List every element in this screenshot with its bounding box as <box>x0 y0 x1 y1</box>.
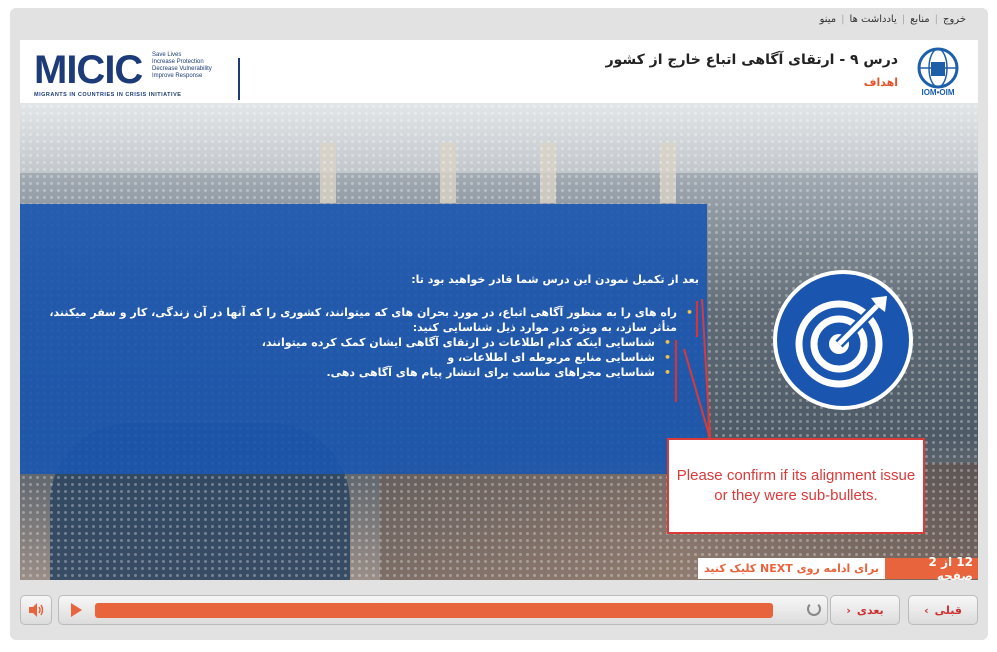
header: MICIC Save Lives Increase Protection Dec… <box>20 40 978 103</box>
slide-stage: بعد از تکمیل نمودن این درس شما قادر خواه… <box>20 103 978 580</box>
annotation-mark <box>675 340 677 402</box>
nav-separator: | <box>841 14 845 25</box>
nav-notes[interactable]: یادداشت ها <box>845 14 902 25</box>
nav-separator: | <box>901 14 906 25</box>
iom-globe-icon <box>917 47 959 89</box>
logo-divider <box>238 58 240 100</box>
iom-text: IOM•OIM <box>921 88 955 97</box>
player-controls: بعدی ‹ قبلی › <box>20 592 978 628</box>
objectives-text: بعد از تکمیل نمودن این درس شما قادر خواه… <box>39 272 699 380</box>
playbar[interactable] <box>58 595 828 625</box>
tagline-line: Save Lives <box>152 52 182 58</box>
micic-subtitle: MIGRANTS IN COUNTRIES IN CRISIS INITIATI… <box>34 92 182 98</box>
tagline-line: Decrease Vulnerability <box>152 66 212 72</box>
micic-tagline: Save Lives Increase Protection Decrease … <box>152 52 212 80</box>
next-button[interactable]: قبلی › <box>908 595 978 625</box>
objectives-lead: بعد از تکمیل نمودن این درس شما قادر خواه… <box>411 273 699 286</box>
status-bar: 12 از 2 صفحه برای ادامه روی NEXT کلیک کن… <box>698 555 978 580</box>
annotation-mark <box>696 301 698 337</box>
target-icon <box>795 296 887 388</box>
course-subtitle: اهداف <box>863 76 898 89</box>
objectives-panel: بعد از تکمیل نمودن این درس شما قادر خواه… <box>20 204 707 474</box>
next-label: قبلی <box>934 603 962 617</box>
objective-bullet: راه های را به منظور آگاهی اتباع، در مورد… <box>39 305 699 335</box>
sub-bullet: شناسایی منابع مربوطه ای اطلاعات، و <box>39 350 677 365</box>
micic-logo-word: MICIC <box>34 48 143 92</box>
nav-menu[interactable]: مینو <box>815 14 842 25</box>
volume-icon <box>29 603 44 617</box>
volume-button[interactable] <box>20 595 52 625</box>
previous-label: بعدی <box>856 603 884 617</box>
nav-exit[interactable]: خروج <box>938 14 971 25</box>
previous-button[interactable]: بعدی ‹ <box>830 595 900 625</box>
chevron-left-icon: ‹ <box>846 603 851 617</box>
tagline-line: Increase Protection <box>152 59 204 65</box>
chevron-right-icon: › <box>924 603 929 617</box>
progress-bar[interactable] <box>95 603 773 618</box>
play-icon[interactable] <box>71 603 82 617</box>
iom-logo: IOM•OIM <box>910 46 966 100</box>
sub-bullet: شناسایی اینکه کدام اطلاعات در ارتقای آگا… <box>39 335 677 350</box>
nav-resources[interactable]: منابع <box>905 14 935 25</box>
next-hint: برای ادامه روی NEXT کلیک کنید <box>704 562 879 575</box>
replay-icon[interactable] <box>807 602 821 616</box>
nav-separator: | <box>934 14 939 25</box>
objectives-sublist: شناسایی اینکه کدام اطلاعات در ارتقای آگا… <box>39 335 677 380</box>
objectives-list: راه های را به منظور آگاهی اتباع، در مورد… <box>39 305 699 335</box>
sub-bullet: شناسایی مجراهای مناسب برای انتشار پیام ه… <box>39 365 677 380</box>
target-badge <box>773 270 913 410</box>
target-icon-bg <box>777 274 909 406</box>
top-nav: خروج | منابع | یادداشت ها | مینو <box>815 14 971 25</box>
slide-counter: 12 از 2 صفحه <box>884 555 978 580</box>
tagline-line: Improve Response <box>152 73 203 79</box>
micic-logo: MICIC Save Lives Increase Protection Dec… <box>34 48 240 100</box>
review-callout: Please confirm if its alignment issue or… <box>667 438 925 534</box>
course-title: درس ۹ - ارتقای آگاهی اتباع خارج از کشور <box>605 52 898 68</box>
